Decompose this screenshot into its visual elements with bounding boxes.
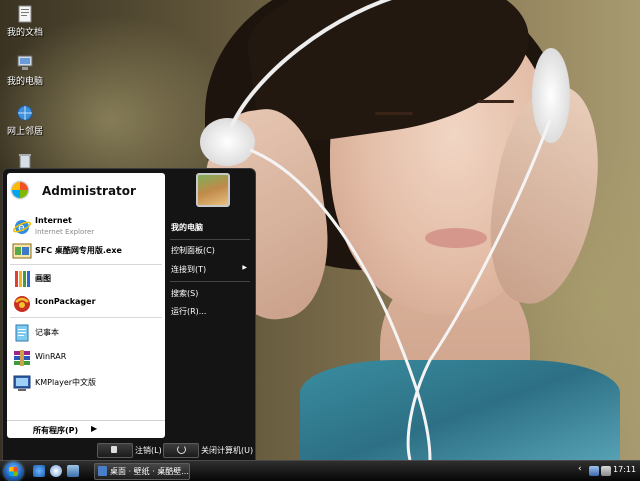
all-programs-button[interactable]: 所有程序(P) ▶ [7, 420, 165, 439]
sfc-exe-icon [12, 241, 32, 261]
all-programs-label: 所有程序(P) [33, 426, 79, 435]
taskbar-button-label: 桌面 · 壁纸 · 桌酷壁... [110, 467, 189, 476]
menu-item-sfc[interactable]: SFC 桌酷网专用版.exe [7, 239, 165, 263]
my-documents-icon [16, 5, 34, 23]
paint-icon [12, 269, 32, 289]
menu-item-title: SFC 桌酷网专用版.exe [35, 246, 122, 255]
logoff-label[interactable]: 注销(L) [135, 445, 162, 456]
menu-item-title: Internet [35, 216, 72, 225]
menu-item-paint[interactable]: 画图 [7, 267, 165, 291]
menu-item-kmplayer[interactable]: KMPlayer中文版 [7, 371, 165, 395]
places-item-label: 运行(R)... [171, 307, 207, 316]
user-name: Administrator [42, 184, 136, 198]
user-avatar[interactable] [196, 173, 230, 207]
desktop-icon-my-documents[interactable]: 我的文档 [2, 5, 48, 38]
taskbar: 桌面 · 壁纸 · 桌酷壁... ‹ 17:11 [0, 460, 640, 481]
internet-explorer-icon: e [12, 217, 32, 237]
places-item-run[interactable]: 运行(R)... [171, 306, 251, 320]
places-item-search[interactable]: 搜索(S) [171, 288, 251, 302]
power-icon [177, 445, 186, 454]
winrar-icon [12, 348, 32, 368]
desktop-icon-network-places[interactable]: 网上邻居 [2, 104, 48, 137]
logoff-button[interactable] [97, 443, 133, 458]
menu-item-title: 记事本 [35, 328, 59, 337]
desktop-icon-label: 网上邻居 [6, 127, 43, 137]
tray-expand-icon[interactable]: ‹ [578, 464, 582, 474]
start-button[interactable] [4, 462, 23, 481]
start-menu: Administrator e Internet Internet Explor… [2, 168, 256, 462]
media-icon[interactable] [50, 465, 62, 477]
places-item-my-computer[interactable]: 我的电脑 [171, 222, 251, 236]
network-places-icon [16, 104, 34, 122]
volume-tray-icon[interactable] [601, 466, 611, 476]
menu-item-title: IconPackager [35, 297, 96, 306]
menu-item-iconpackager[interactable]: IconPackager [7, 291, 165, 315]
menu-item-winrar[interactable]: WinRAR [7, 346, 165, 370]
places-item-label: 连接到(T) [171, 265, 207, 274]
start-menu-places-pane: 我的电脑 控制面板(C) 连接到(T) ▶ 搜索(S) 运行(R)... [165, 169, 255, 439]
menu-item-internet[interactable]: e Internet Internet Explorer [7, 215, 165, 239]
arrow-right-icon: ▶ [91, 424, 98, 433]
network-tray-icon[interactable] [589, 466, 599, 476]
menu-item-subtitle: Internet Explorer [35, 228, 95, 236]
windows-logo-icon [9, 467, 18, 476]
shutdown-button[interactable] [163, 443, 199, 458]
windows-logo-icon [12, 182, 28, 198]
kmplayer-icon [12, 373, 32, 393]
places-item-label: 我的电脑 [171, 223, 203, 232]
document-icon [98, 466, 107, 476]
places-separator [170, 281, 250, 282]
places-item-control-panel[interactable]: 控制面板(C) [171, 245, 251, 259]
menu-separator [10, 317, 162, 318]
desktop-icon-label: 我的电脑 [6, 77, 43, 87]
taskbar-button-browser[interactable]: 桌面 · 壁纸 · 桌酷壁... [94, 463, 190, 480]
places-item-label: 控制面板(C) [171, 246, 215, 255]
menu-item-title: WinRAR [35, 352, 67, 361]
ie-icon[interactable] [33, 465, 45, 477]
menu-item-title: KMPlayer中文版 [35, 378, 97, 387]
notepad-icon [12, 323, 32, 343]
shutdown-label[interactable]: 关闭计算机(U) [201, 445, 253, 456]
menu-item-notepad[interactable]: 记事本 [7, 321, 165, 345]
desktop-icon-my-computer[interactable]: 我的电脑 [2, 54, 48, 87]
menu-separator [10, 264, 162, 265]
arrow-right-icon: ▶ [242, 264, 247, 271]
menu-item-title: 画图 [35, 274, 51, 283]
my-computer-icon [16, 54, 34, 72]
places-separator [170, 239, 250, 240]
places-item-label: 搜索(S) [171, 289, 199, 298]
clock[interactable]: 17:11 [613, 465, 636, 474]
start-menu-footer: 注销(L) 关闭计算机(U) [3, 439, 255, 461]
places-item-connect-to[interactable]: 连接到(T) ▶ [171, 264, 251, 278]
user-header: Administrator [7, 173, 165, 207]
show-desktop-icon[interactable] [67, 465, 79, 477]
start-menu-programs-pane: Administrator e Internet Internet Explor… [7, 173, 165, 438]
iconpackager-icon [12, 293, 32, 313]
desktop-icon-label: 我的文档 [6, 28, 43, 38]
lock-icon [111, 446, 117, 453]
